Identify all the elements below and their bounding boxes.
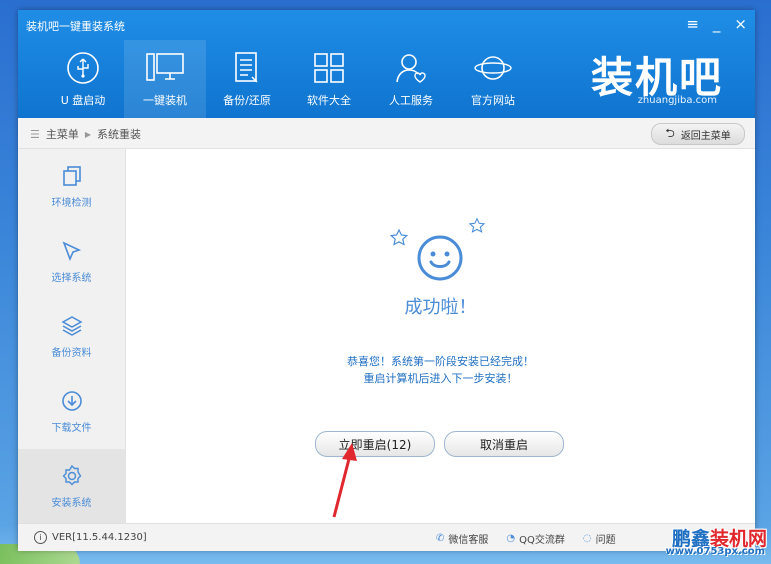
red-arrow-annotation — [332, 443, 357, 518]
watermark: 鹏鑫装机网 www.0753px.com — [621, 524, 771, 564]
header: 装机吧一键重装系统 ≡ _ × U 盘启动 一键装机 备份/还原 软件大全 人工… — [18, 10, 755, 118]
qq-icon: ◔ — [506, 533, 516, 544]
step-sidebar: 环境检测 选择系统 备份资料 下载文件 安装系统 — [18, 149, 126, 524]
gear-icon — [60, 464, 84, 488]
nav-item-backup[interactable]: 备份/还原 — [206, 40, 288, 118]
top-nav: U 盘启动 一键装机 备份/还原 软件大全 人工服务 官方网站 — [42, 40, 534, 118]
planet-icon — [473, 48, 513, 88]
nav-item-usb[interactable]: U 盘启动 — [42, 40, 124, 118]
star-icon — [389, 228, 409, 246]
question-label: 问题 — [595, 535, 616, 546]
nav-item-service[interactable]: 人工服务 — [370, 40, 452, 118]
nav-item-website[interactable]: 官方网站 — [452, 40, 534, 118]
step-install[interactable]: 安装系统 — [18, 449, 125, 524]
message-line-2: 重启计算机后进入下一步安装！ — [363, 372, 518, 385]
nav-label: 人工服务 — [389, 94, 433, 107]
grid-icon — [309, 48, 349, 88]
chat-icon: ◌ — [582, 533, 592, 544]
support-links: ✆ 微信客服 ◔ QQ交流群 ◌ 问题 — [436, 531, 616, 546]
logo-url: zhuangjiba.com — [637, 95, 717, 106]
hamburger-icon[interactable]: ≡ — [686, 14, 699, 34]
watermark-url: www.0753px.com — [665, 546, 765, 557]
breadcrumb-current: 系统重装 — [97, 128, 142, 141]
breadcrumb-bar: ☰ 主菜单 ▶ 系统重装 ⮌ 返回主菜单 — [18, 118, 755, 149]
chevron-right-icon: ▶ — [84, 129, 92, 139]
minimize-button[interactable]: _ — [713, 14, 721, 34]
close-button[interactable]: × — [734, 14, 747, 34]
app-title: 装机吧一键重装系统 — [26, 20, 125, 33]
success-title: 成功啦！ — [404, 297, 477, 318]
back-icon: ⮌ — [665, 125, 675, 140]
wechat-label: 微信客服 — [448, 535, 489, 546]
nav-label: 官方网站 — [471, 94, 515, 107]
app-window: 装机吧一键重装系统 ≡ _ × U 盘启动 一键装机 备份/还原 软件大全 人工… — [18, 10, 755, 551]
nav-label: 软件大全 — [307, 94, 351, 107]
cancel-restart-button[interactable]: 取消重启 — [444, 431, 564, 457]
step-label: 环境检测 — [51, 198, 92, 209]
list-icon: ☰ — [30, 127, 40, 141]
nav-item-software[interactable]: 软件大全 — [288, 40, 370, 118]
step-label: 选择系统 — [51, 273, 92, 284]
desktop-icon — [145, 48, 185, 88]
qq-label: QQ交流群 — [519, 535, 565, 546]
star-icon — [468, 217, 486, 233]
smiley-icon — [417, 235, 463, 281]
usb-icon — [63, 48, 103, 88]
qq-link[interactable]: ◔ QQ交流群 — [506, 531, 564, 546]
cursor-icon — [60, 239, 84, 263]
nav-label: U 盘启动 — [60, 94, 106, 107]
copy-icon — [60, 164, 84, 188]
info-icon: i — [34, 531, 47, 544]
step-select-system[interactable]: 选择系统 — [18, 224, 125, 299]
message-line-1: 恭喜您！系统第一阶段安装已经完成！ — [347, 355, 534, 368]
wechat-icon: ✆ — [436, 533, 445, 544]
person-icon — [391, 48, 431, 88]
layers-icon — [60, 314, 84, 338]
step-backup[interactable]: 备份资料 — [18, 299, 125, 374]
document-icon — [227, 48, 267, 88]
back-to-main-button[interactable]: ⮌ 返回主菜单 — [651, 123, 745, 145]
question-link[interactable]: ◌ 问题 — [583, 531, 616, 546]
step-label: 安装系统 — [51, 498, 92, 509]
back-label: 返回主菜单 — [680, 130, 731, 142]
step-label: 备份资料 — [51, 348, 92, 359]
main-content: 成功啦！ 恭喜您！系统第一阶段安装已经完成！ 重启计算机后进入下一步安装！ 立即… — [126, 149, 755, 523]
nav-label: 一键装机 — [143, 94, 187, 107]
wechat-link[interactable]: ✆ 微信客服 — [436, 531, 488, 546]
version-text: VER[11.5.44.1230] — [52, 532, 147, 543]
breadcrumb-root[interactable]: 主菜单 — [46, 126, 79, 142]
success-message: 恭喜您！系统第一阶段安装已经完成！ 重启计算机后进入下一步安装！ — [126, 353, 755, 387]
nav-item-onekey[interactable]: 一键装机 — [124, 40, 206, 118]
version-info: i VER[11.5.44.1230] — [34, 531, 147, 544]
download-icon — [60, 389, 84, 413]
step-label: 下载文件 — [51, 423, 92, 434]
nav-label: 备份/还原 — [223, 94, 271, 107]
window-controls: ≡ _ × — [686, 14, 747, 34]
step-download[interactable]: 下载文件 — [18, 374, 125, 449]
step-env-check[interactable]: 环境检测 — [18, 149, 125, 224]
breadcrumb: ☰ 主菜单 ▶ 系统重装 — [30, 126, 141, 142]
brand-logo: 装机吧 zhuangjiba.com — [586, 44, 731, 108]
